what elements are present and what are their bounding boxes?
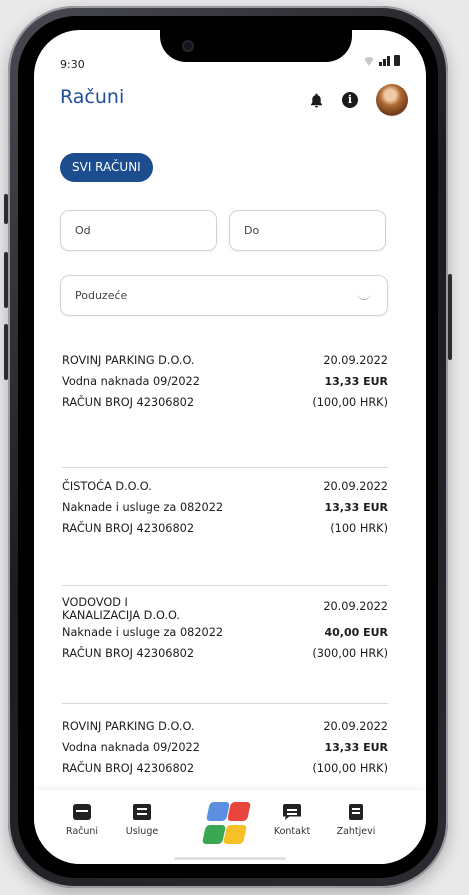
phone-screen: 9:30 Računi i SVI RAČUNI Od Do Poduzeće … — [34, 30, 426, 864]
battery-icon — [394, 55, 400, 66]
bill-date: 20.09.2022 — [323, 354, 388, 367]
bill-amount-eur: 13,33 EUR — [324, 741, 388, 754]
bill-description: Vodna naknada 09/2022 — [62, 741, 200, 754]
bill-company: ČISTOĆA D.O.O. — [62, 480, 152, 493]
header-actions: i — [308, 84, 408, 116]
bottom-navigation: Računi Usluge Kontakt Zahtjevi — [34, 790, 426, 864]
bill-description: Vodna naknada 09/2022 — [62, 375, 200, 388]
bill-company: KANALIZACIJA D.O.O. — [62, 609, 181, 622]
logo-red-tile — [226, 802, 252, 821]
bill-amount-hrk: (100,00 HRK) — [312, 396, 388, 409]
notification-bell-icon[interactable] — [308, 92, 324, 108]
bill-item[interactable]: VODOVOD I KANALIZACIJA D.O.O. Naknade i … — [62, 586, 388, 704]
nav-item-zahtjevi[interactable]: Zahtjevi — [326, 804, 386, 837]
status-time: 9:30 — [60, 58, 85, 71]
nav-item-racuni[interactable]: Računi — [52, 804, 112, 837]
bill-date: 20.09.2022 — [323, 720, 388, 733]
avatar[interactable] — [376, 84, 408, 116]
bill-item[interactable]: ČISTOĆA D.O.O. Naknade i usluge za 08202… — [62, 468, 388, 586]
chevron-down-icon — [357, 293, 371, 300]
date-from-field[interactable]: Od — [60, 210, 217, 251]
bill-amount-eur: 40,00 EUR — [324, 626, 388, 639]
bill-item[interactable]: ROVINJ PARKING D.O.O. Vodna naknada 09/2… — [62, 350, 388, 468]
front-camera — [182, 40, 194, 52]
home-indicator — [174, 857, 286, 860]
bill-amount-hrk: (100,00 HRK) — [312, 762, 388, 775]
mute-switch — [4, 194, 8, 224]
logo-blue-tile — [205, 802, 231, 821]
logo-yellow-tile — [222, 825, 248, 844]
company-select-label: Poduzeće — [75, 289, 128, 302]
bill-amount-eur: 13,33 EUR — [324, 375, 388, 388]
volume-down-button — [4, 324, 8, 380]
company-select[interactable]: Poduzeće — [60, 275, 388, 316]
bill-company: ROVINJ PARKING D.O.O. — [62, 354, 195, 367]
all-bills-filter-chip[interactable]: SVI RAČUNI — [60, 153, 153, 182]
date-to-field[interactable]: Do — [229, 210, 386, 251]
volume-up-button — [4, 252, 8, 308]
wallet-icon — [73, 804, 91, 820]
bill-number: RAČUN BROJ 42306802 — [62, 522, 195, 535]
page-title: Računi — [60, 86, 125, 108]
bill-amount-hrk: (300,00 HRK) — [312, 647, 388, 660]
nav-label: Kontakt — [273, 826, 311, 837]
bill-company: VODOVOD I — [62, 596, 128, 609]
bill-date: 20.09.2022 — [323, 480, 388, 493]
power-button — [448, 274, 452, 360]
bill-number: RAČUN BROJ 42306802 — [62, 396, 195, 409]
info-icon[interactable]: i — [342, 92, 358, 108]
bill-date: 20.09.2022 — [323, 600, 388, 613]
bill-amount-eur: 13,33 EUR — [324, 501, 388, 514]
bill-description: Naknade i usluge za 082022 — [62, 501, 224, 514]
status-icons — [363, 55, 400, 66]
chat-icon — [283, 804, 301, 820]
bill-list: ROVINJ PARKING D.O.O. Vodna naknada 09/2… — [62, 350, 388, 822]
nav-label: Usluge — [125, 826, 159, 837]
bill-number: RAČUN BROJ 42306802 — [62, 647, 195, 660]
wifi-icon — [363, 57, 375, 66]
app-logo-home-button[interactable] — [201, 802, 252, 846]
nav-label: Računi — [65, 826, 99, 837]
logo-green-tile — [201, 825, 227, 844]
services-icon — [133, 804, 151, 820]
signal-icon — [379, 56, 390, 66]
nav-label: Zahtjevi — [336, 826, 376, 837]
bill-number: RAČUN BROJ 42306802 — [62, 762, 195, 775]
nav-item-kontakt[interactable]: Kontakt — [262, 804, 322, 837]
bill-amount-hrk: (100 HRK) — [330, 522, 388, 535]
nav-item-usluge[interactable]: Usluge — [112, 804, 172, 837]
bill-description: Naknade i usluge za 082022 — [62, 626, 224, 639]
document-icon — [349, 804, 363, 820]
bill-company: ROVINJ PARKING D.O.O. — [62, 720, 195, 733]
